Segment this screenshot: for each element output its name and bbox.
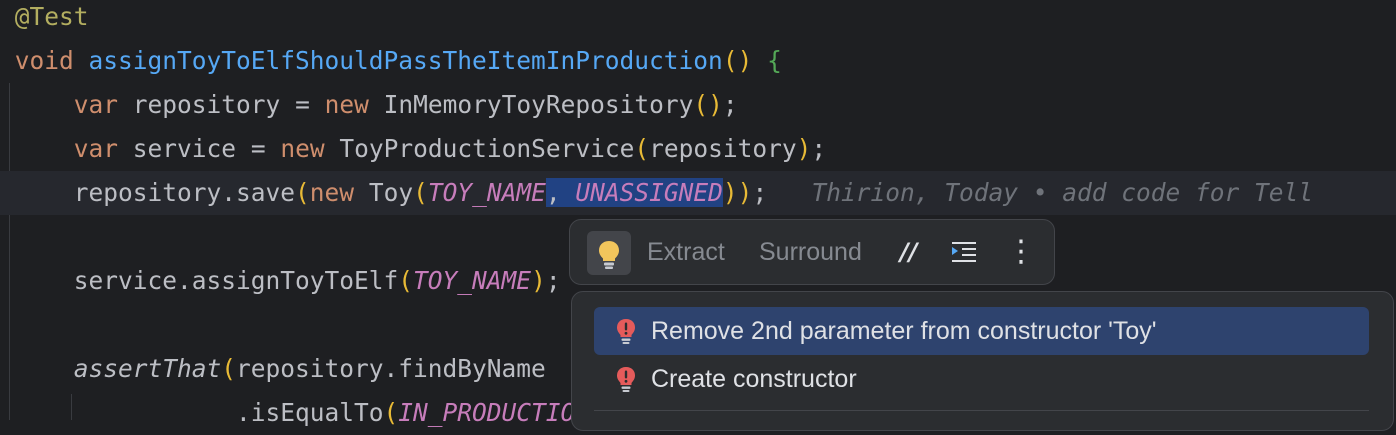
paren: ): [737, 178, 753, 207]
open-brace: {: [767, 46, 782, 75]
paren: ): [796, 134, 812, 163]
paren: (: [383, 398, 399, 427]
paren: (: [398, 266, 414, 295]
semicolon: ;: [811, 134, 827, 163]
paren: (: [634, 134, 650, 163]
popup-separator: [594, 410, 1369, 411]
constant: IN_PRODUCTION: [398, 398, 591, 427]
operator: =: [280, 90, 325, 119]
variable-name: repository: [132, 90, 281, 119]
constant: TOY_NAME: [413, 266, 532, 295]
lightbulb-button[interactable]: [587, 231, 631, 275]
paren: ): [531, 266, 546, 295]
type-name: InMemoryToyRepository: [383, 90, 694, 119]
selected-text: , UNASSIGNED: [545, 178, 723, 207]
keyword: void: [14, 46, 74, 75]
intention-item-label: Create constructor: [651, 365, 857, 393]
code-line-2[interactable]: void assignToyToElfShouldPassTheItemInPr…: [0, 39, 1396, 83]
type-name: Toy: [368, 178, 414, 207]
keyword: new: [324, 90, 369, 119]
reformat-icon[interactable]: [950, 220, 978, 284]
keyword: new: [280, 134, 325, 163]
method-call: repository.save: [73, 178, 296, 207]
method-call: .isEqualTo: [236, 398, 384, 427]
intention-actions-popup: Remove 2nd parameter from constructor 'T…: [571, 291, 1394, 431]
intention-item-remove-parameter[interactable]: Remove 2nd parameter from constructor 'T…: [594, 307, 1369, 355]
argument: repository: [649, 134, 797, 163]
error-bulb-icon: [617, 367, 635, 392]
keyword: new: [309, 178, 355, 207]
type-name: ToyProductionService: [339, 134, 635, 163]
surround-button[interactable]: Surround: [759, 220, 862, 284]
floating-toolbar: Extract Surround // ⋮: [569, 219, 1055, 285]
method-name: assignToyToElfShouldPassTheItemInProduct…: [88, 46, 723, 75]
code-line-4[interactable]: var service = new ToyProductionService(r…: [0, 127, 1396, 171]
semicolon: ;: [545, 266, 561, 295]
intention-item-create-constructor[interactable]: Create constructor: [594, 355, 1369, 403]
comment-icon[interactable]: //: [900, 220, 918, 284]
paren: (: [413, 178, 428, 207]
method-call: service.assignToyToElf: [73, 266, 399, 295]
paren: (: [221, 354, 237, 383]
semicolon: ;: [752, 178, 768, 207]
paren: ): [722, 178, 738, 207]
comma: ,: [545, 178, 576, 207]
annotation: @Test: [14, 2, 89, 31]
operator: =: [236, 134, 281, 163]
method-call: repository.findByName: [236, 354, 546, 383]
paren: (: [295, 178, 310, 207]
lightbulb-icon: [599, 241, 619, 269]
semicolon: ;: [722, 90, 738, 119]
parens: (): [722, 46, 753, 75]
parens: (): [693, 90, 723, 119]
constant: TOY_NAME: [427, 178, 546, 207]
static-method: assertThat: [73, 354, 222, 383]
error-bulb-icon: [617, 319, 635, 344]
keyword: var: [73, 134, 119, 163]
code-line-5[interactable]: repository.save(new Toy(TOY_NAME, UNASSI…: [0, 171, 1396, 215]
code-line-1[interactable]: @Test: [0, 0, 1396, 39]
intention-item-label: Remove 2nd parameter from constructor 'T…: [651, 317, 1157, 345]
more-actions-icon[interactable]: ⋮: [1006, 220, 1036, 284]
variable-name: service: [132, 134, 237, 163]
code-line-3[interactable]: var repository = new InMemoryToyReposito…: [0, 83, 1396, 127]
constant: UNASSIGNED: [575, 178, 723, 207]
keyword: var: [73, 90, 119, 119]
git-blame-inlay[interactable]: Thirion, Today • add code for Tell: [811, 178, 1313, 207]
extract-button[interactable]: Extract: [647, 220, 725, 284]
